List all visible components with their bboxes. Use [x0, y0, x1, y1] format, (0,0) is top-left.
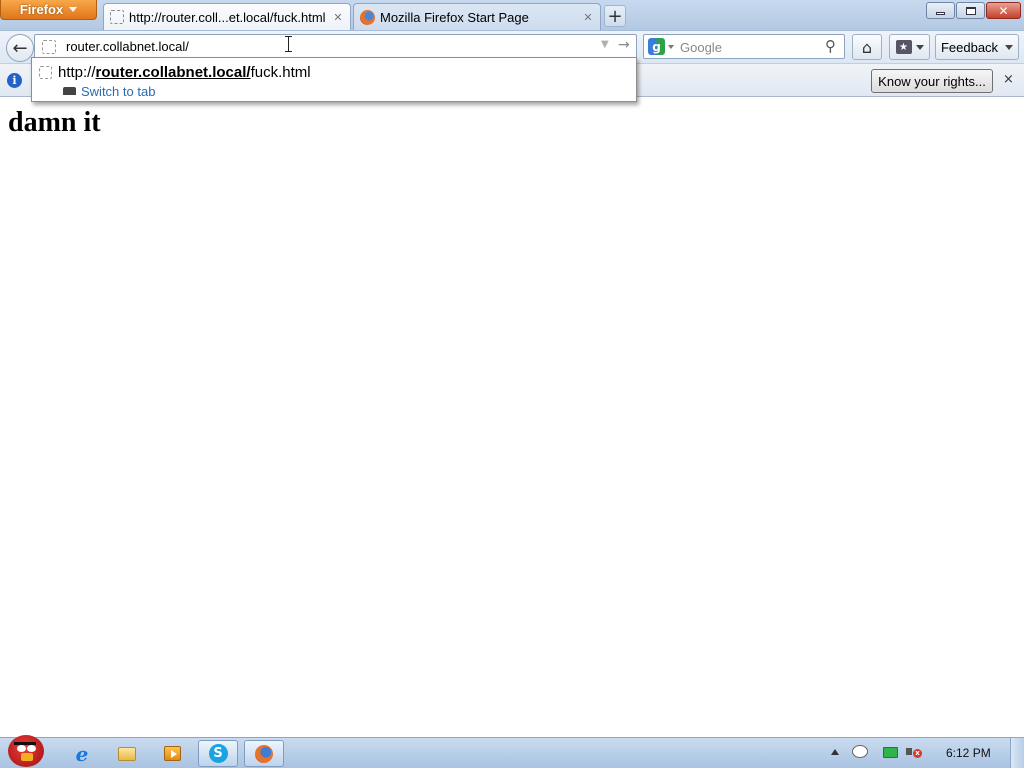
chevron-down-icon: [1005, 44, 1014, 50]
history-dropdown-icon[interactable]: ▼: [601, 39, 609, 50]
info-icon: i: [7, 73, 22, 88]
bookmarks-button[interactable]: ★: [889, 34, 930, 60]
switch-to-tab-icon: [63, 87, 76, 95]
firefox-icon: [255, 744, 273, 763]
search-icon[interactable]: ⚲: [825, 37, 836, 55]
chevron-down-icon: [69, 7, 78, 12]
folder-icon: [118, 746, 136, 761]
taskbar-explorer[interactable]: [107, 740, 147, 767]
url-suffix: fuck.html: [250, 64, 311, 81]
url-input[interactable]: [66, 37, 586, 56]
google-icon[interactable]: g: [648, 38, 665, 55]
tab-close-icon[interactable]: ✕: [582, 11, 594, 24]
search-bar[interactable]: g ⚲: [643, 34, 845, 59]
title-bar: Firefox http://router.coll...et.local/fu…: [0, 0, 1024, 30]
angry-bird-icon: [8, 735, 44, 767]
media-player-icon: [163, 746, 181, 761]
show-desktop-button[interactable]: [1010, 738, 1024, 768]
restore-icon: [965, 6, 976, 15]
taskbar-skype[interactable]: S: [198, 740, 238, 767]
minimize-button[interactable]: [926, 2, 955, 19]
feedback-button[interactable]: Feedback: [935, 34, 1019, 60]
tab-start-page[interactable]: Mozilla Firefox Start Page ✕: [353, 3, 601, 30]
bookmark-star-icon: ★: [895, 40, 912, 54]
home-button[interactable]: ⌂: [852, 34, 882, 60]
close-icon[interactable]: ×: [1003, 72, 1014, 87]
know-your-rights-label: Know your rights...: [878, 73, 986, 89]
back-arrow-icon: ←: [12, 37, 28, 59]
firefox-icon: [360, 9, 375, 25]
internet-explorer-icon: e: [75, 741, 89, 766]
tab-router-page[interactable]: http://router.coll...et.local/fuck.html …: [103, 3, 351, 30]
plus-icon: +: [607, 5, 623, 27]
chat-icon[interactable]: [852, 745, 868, 758]
know-your-rights-button[interactable]: Know your rights...: [871, 69, 993, 93]
feedback-label: Feedback: [940, 39, 999, 55]
go-arrow-icon[interactable]: →: [618, 37, 630, 53]
maximize-button[interactable]: [956, 2, 985, 19]
taskbar-firefox[interactable]: [244, 740, 284, 767]
show-hidden-icons-icon[interactable]: [831, 749, 839, 755]
clock[interactable]: 6:12 PM: [946, 746, 991, 760]
autocomplete-url: http://router.collabnet.local/fuck.html: [58, 64, 311, 81]
tab-close-icon[interactable]: ✕: [332, 11, 344, 24]
firefox-menu-label: Firefox: [19, 2, 64, 17]
minimize-icon: [936, 12, 945, 15]
taskbar: e S x 6:12 PM: [0, 735, 1024, 768]
taskbar-media-player[interactable]: [152, 740, 192, 767]
new-tab-button[interactable]: +: [604, 5, 626, 27]
firefox-menu-button[interactable]: Firefox: [0, 0, 97, 20]
back-button[interactable]: ←: [6, 34, 34, 62]
close-icon: ✕: [998, 3, 1009, 18]
start-button[interactable]: [4, 731, 48, 768]
home-icon: ⌂: [861, 37, 873, 57]
tab-title: Mozilla Firefox Start Page: [380, 9, 529, 25]
url-bar[interactable]: ▼ →: [34, 34, 637, 59]
close-window-button[interactable]: ✕: [986, 2, 1021, 19]
chevron-down-icon: [915, 44, 924, 50]
volume-muted-icon[interactable]: x: [906, 744, 922, 760]
url-autocomplete-popup: http://router.collabnet.local/fuck.html …: [31, 57, 637, 102]
taskbar-internet-explorer[interactable]: e: [62, 740, 102, 767]
url-match: router.collabnet.local/: [95, 64, 251, 81]
chevron-down-icon[interactable]: [668, 45, 674, 49]
switch-to-tab-label: Switch to tab: [81, 84, 156, 99]
page-icon: [110, 10, 124, 24]
skype-icon: S: [208, 744, 228, 763]
network-icon[interactable]: [883, 747, 898, 758]
url-prefix: http://: [58, 64, 96, 81]
page-icon: [39, 66, 52, 79]
search-input[interactable]: [680, 38, 820, 56]
site-identity-icon[interactable]: [42, 40, 56, 54]
page-heading: damn it: [8, 107, 101, 138]
text-cursor-icon: [285, 36, 293, 52]
tab-title: http://router.coll...et.local/fuck.html: [129, 9, 326, 25]
